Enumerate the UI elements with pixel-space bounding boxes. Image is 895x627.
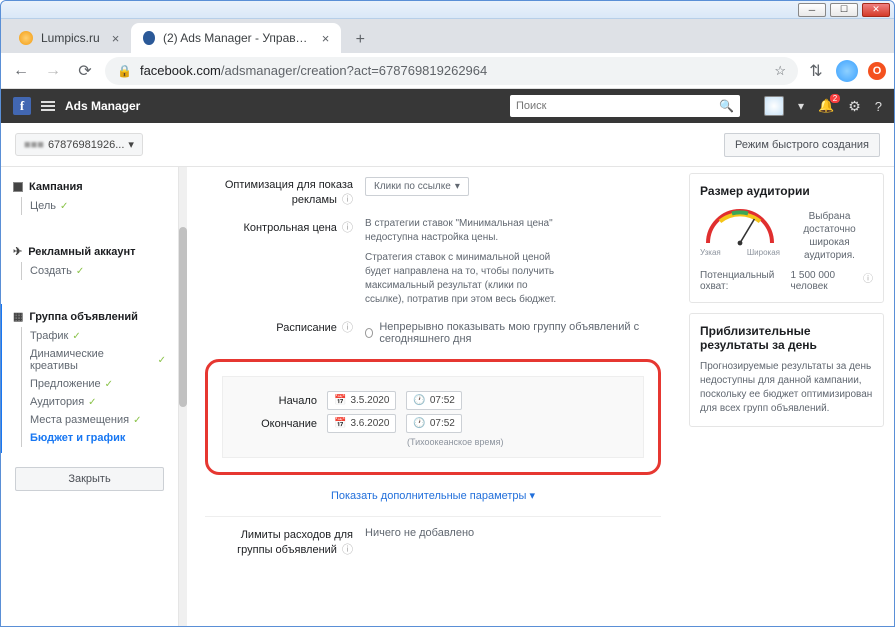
tab-label: (2) Ads Manager - Управление р [163,31,310,45]
nav-offer[interactable]: Предложение✓ [30,375,166,393]
end-time-input[interactable]: 🕐07:52 [406,414,461,433]
nav-campaign[interactable]: Кампания [13,181,166,193]
audience-size-card: Размер аудитории УзкаяШирок [689,173,884,303]
limits-label: Лимиты расходов для группы объявлений ⓘ [205,527,365,557]
menu-icon[interactable] [41,101,55,111]
account-selector[interactable]: ■■■ 67876981926... ▾ [15,133,143,156]
equalizer-icon[interactable]: ⇅ [806,61,826,81]
star-icon[interactable]: ☆ [774,63,786,79]
favicon-icon [143,31,155,45]
fb-header: f Ads Manager 🔍 ▾ 🔔2 ⚙ ? [1,89,894,123]
close-window-button[interactable]: ✕ [862,3,890,17]
nav-traffic[interactable]: Трафик✓ [30,327,166,345]
close-tab-icon[interactable]: × [112,31,120,46]
maximize-button[interactable]: ☐ [830,3,858,17]
subheader: ■■■ 67876981926... ▾ Режим быстрого созд… [1,123,894,167]
nav-adset[interactable]: ▦Группа объявлений [13,310,166,323]
nav-audience[interactable]: Аудитория✓ [30,393,166,411]
app-title: Ads Manager [65,99,140,113]
show-more-link[interactable]: Показать дополнительные параметры ▾ [205,489,661,502]
nav-adaccount[interactable]: ✈Рекламный аккаунт [13,245,166,258]
schedule-label: Расписание ⓘ [205,317,365,349]
info-icon[interactable]: ⓘ [342,322,353,334]
window-titlebar: ─ ☐ ✕ [1,1,894,19]
end-date-input[interactable]: 📅3.6.2020 [327,414,396,433]
sidebar-scrollbar[interactable] [179,167,187,626]
chevron-down-icon: ▾ [455,181,460,192]
schedule-radio-continuous[interactable]: Непрерывно показывать мою группу объявле… [365,321,661,345]
browser-tab-lumpics[interactable]: Lumpics.ru × [7,23,131,53]
search-input[interactable] [516,100,719,112]
price-label: Контрольная цена ⓘ [205,217,365,307]
lock-icon: 🔒 [117,64,132,78]
results-title: Приблизительные результаты за день [700,324,873,352]
limits-value: Ничего не добавлено [365,527,661,557]
forward-button[interactable]: → [41,59,65,83]
minimize-button[interactable]: ─ [798,3,826,17]
info-icon[interactable]: ⓘ [342,544,353,556]
clock-icon: 🕐 [413,418,425,429]
new-tab-button[interactable]: + [347,27,373,53]
info-icon[interactable]: ⓘ [342,194,353,206]
account-id: 67876981926... [48,139,124,151]
nav-placement[interactable]: Места размещения✓ [30,411,166,429]
chevron-down-icon: ▾ [128,138,134,151]
start-label: Начало [237,395,317,407]
back-button[interactable]: ← [9,59,33,83]
audience-title: Размер аудитории [700,184,873,198]
user-avatar-icon[interactable] [764,96,784,116]
gauge-text: Выбрана достаточно широкая аудитория. [786,210,873,262]
tab-label: Lumpics.ru [41,31,100,45]
omnibox[interactable]: 🔒 facebook.com/adsmanager/creation?act=6… [105,57,798,85]
results-card: Приблизительные результаты за день Прогн… [689,313,884,427]
start-time-input[interactable]: 🕐07:52 [406,391,461,410]
url-text: facebook.com/adsmanager/creation?act=678… [140,63,487,78]
optimization-dropdown[interactable]: Клики по ссылке▾ [365,177,469,196]
close-tab-icon[interactable]: × [322,31,330,46]
timezone-note: (Тихоокеанское время) [407,437,629,447]
schedule-highlight-box: Начало 📅3.5.2020 🕐07:52 Окончание 📅3.6.2… [205,359,661,475]
calendar-icon: 📅 [334,418,346,429]
nav-goal[interactable]: Цель✓ [30,197,166,215]
reach-value: 1 500 000 человек [791,270,863,292]
price-desc: В стратегии ставок "Минимальная цена" не… [365,217,565,245]
price-desc2: Стратегия ставок с минимальной ценой буд… [365,251,565,307]
extension-icon[interactable]: O [868,62,886,80]
end-label: Окончание [237,418,317,430]
calendar-icon: 📅 [334,395,346,406]
clock-icon: 🕐 [413,395,425,406]
search-icon[interactable]: 🔍 [719,99,734,113]
reach-label: Потенциальный охват: [700,270,791,292]
nav-dynamic[interactable]: Динамические креативы✓ [30,345,166,375]
right-sidebar: Размер аудитории УзкаяШирок [679,167,894,626]
quick-create-button[interactable]: Режим быстрого создания [724,133,880,157]
info-icon[interactable]: ⓘ [342,222,353,234]
start-date-input[interactable]: 📅3.5.2020 [327,391,396,410]
search-box[interactable]: 🔍 [510,95,740,117]
settings-gear-icon[interactable]: ⚙ [848,98,861,115]
info-icon[interactable]: ⓘ [863,270,873,292]
address-bar: ← → ⟳ 🔒 facebook.com/adsmanager/creation… [1,53,894,89]
help-icon[interactable]: ? [875,99,882,114]
user-dropdown[interactable]: ▾ [798,99,804,113]
form-panel: Оптимизация для показа рекламы ⓘ Клики п… [187,167,679,626]
profile-avatar[interactable] [836,60,858,82]
close-panel-button[interactable]: Закрыть [15,467,164,491]
gauge-icon [700,206,780,248]
optimization-label: Оптимизация для показа рекламы ⓘ [205,177,365,207]
left-sidebar: Кампания Цель✓ ✈Рекламный аккаунт Создат… [1,167,179,626]
browser-tabs: Lumpics.ru × (2) Ads Manager - Управлени… [1,19,894,53]
results-body: Прогнозируемые результаты за день недост… [700,360,873,416]
nav-budget[interactable]: Бюджет и график [30,429,166,447]
reload-button[interactable]: ⟳ [73,59,97,83]
notifications-icon[interactable]: 🔔2 [818,98,834,114]
browser-tab-adsmanager[interactable]: (2) Ads Manager - Управление р × [131,23,341,53]
favicon-icon [19,31,33,45]
nav-create[interactable]: Создать✓ [30,262,166,280]
fb-logo-icon[interactable]: f [13,97,31,115]
